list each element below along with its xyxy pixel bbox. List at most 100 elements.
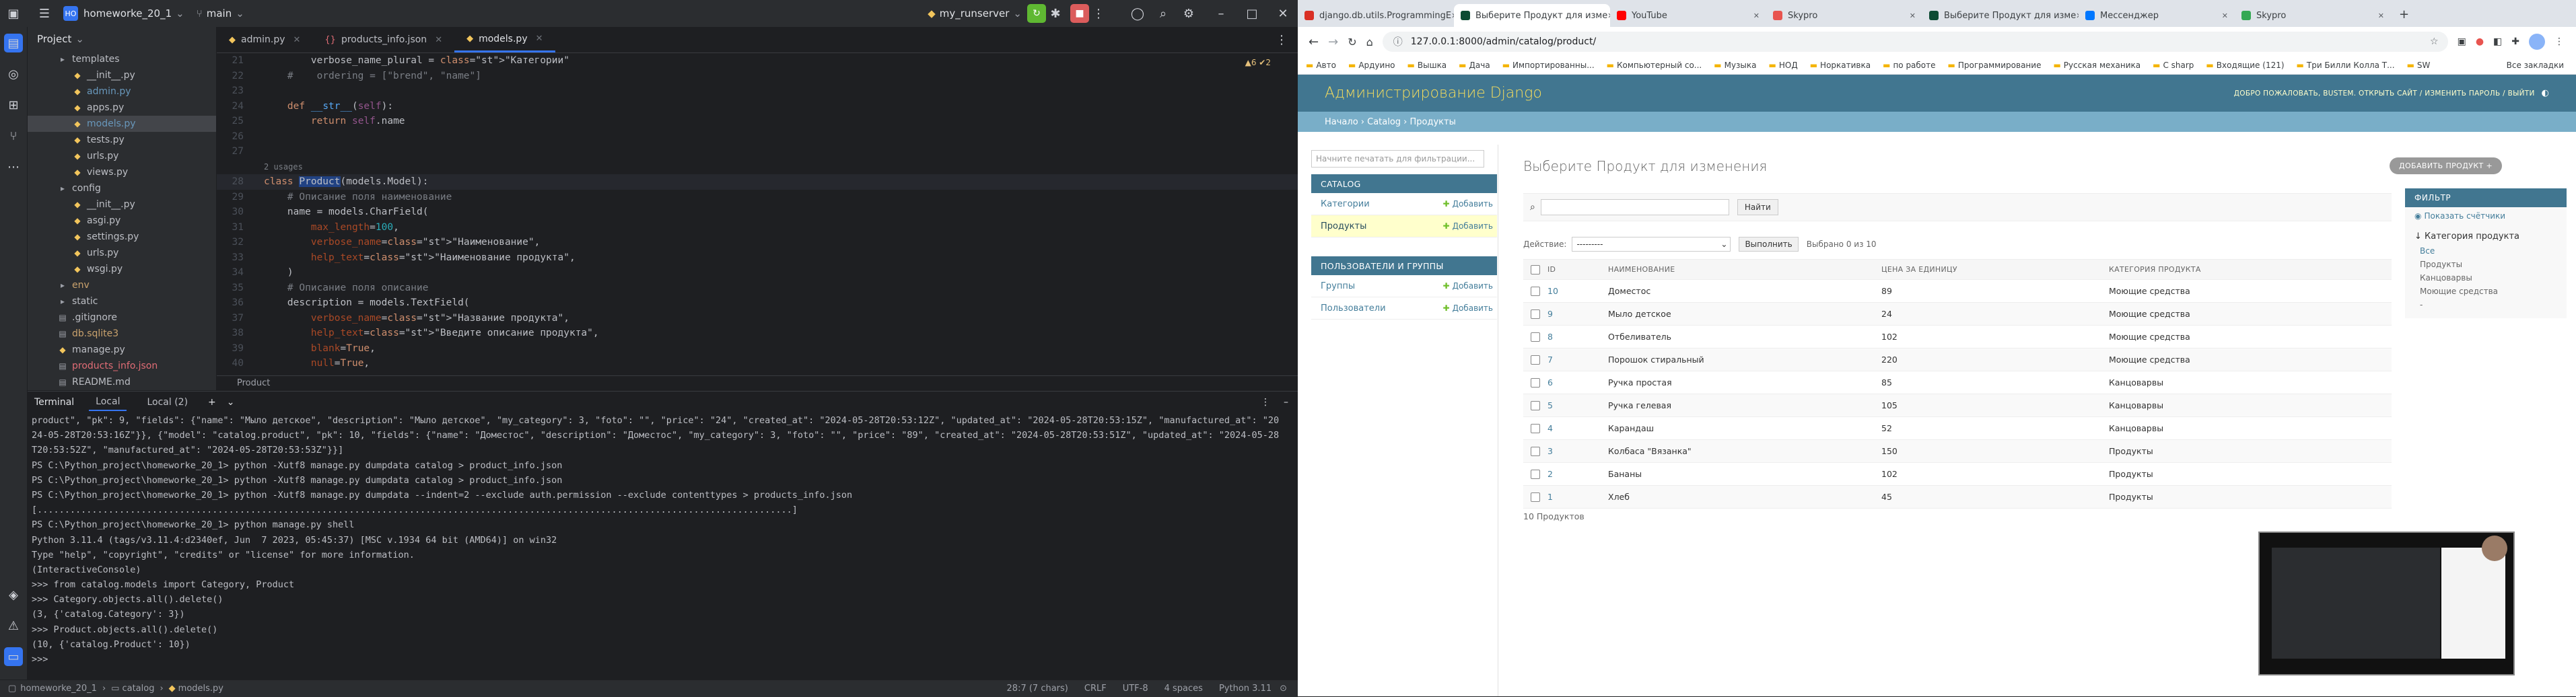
rerun-button[interactable]: ↻ xyxy=(1027,4,1046,23)
bookmark-item[interactable]: ▬ Программирование xyxy=(1948,61,2042,70)
model-link[interactable]: Пользователи xyxy=(1321,303,1386,314)
back-icon[interactable]: ← xyxy=(1309,35,1319,49)
status-path-2[interactable]: models.py xyxy=(178,684,223,694)
tree-item[interactable]: ◆ apps.py xyxy=(28,100,216,116)
problems-icon[interactable]: ⚠ xyxy=(4,616,23,635)
row-select[interactable] xyxy=(1523,423,1547,433)
column-header[interactable]: НАИМЕНОВАНИЕ xyxy=(1608,265,1881,274)
new-terminal-icon[interactable]: + xyxy=(208,397,216,408)
status-path-0[interactable]: homeworke_20_1 xyxy=(20,684,97,694)
debug-icon[interactable]: ✱ xyxy=(1046,4,1065,23)
browser-tab[interactable]: Выберите Продукт для изме✕ xyxy=(1454,4,1610,27)
checkbox[interactable] xyxy=(1531,400,1540,410)
project-switcher[interactable]: homeworke_20_1 xyxy=(83,7,172,20)
close-tab-icon[interactable]: ✕ xyxy=(536,34,543,44)
home-icon[interactable]: ⌂ xyxy=(1366,36,1373,48)
checkbox[interactable] xyxy=(1531,377,1540,388)
extensions-puzzle-icon[interactable]: ✚ xyxy=(2511,36,2519,47)
python-console-icon[interactable]: ◈ xyxy=(4,585,23,604)
tree-item[interactable]: ▤ .gitignore xyxy=(28,309,216,326)
more-tools-icon[interactable]: ⋯ xyxy=(4,157,23,176)
row-id-link[interactable]: 7 xyxy=(1547,355,1608,365)
action-select[interactable]: --------- ⌄ xyxy=(1572,237,1731,252)
terminal-output[interactable]: product", "pk": 9, "fields": {"name": "М… xyxy=(28,413,1298,667)
stop-button[interactable]: ■ xyxy=(1070,4,1089,23)
checkbox[interactable] xyxy=(1531,309,1540,319)
tree-item[interactable]: ◆ models.py xyxy=(28,116,216,132)
menu-icon[interactable]: ⋮ xyxy=(2554,36,2564,47)
tab-products-info[interactable]: {} products_info.json ✕ xyxy=(312,27,454,52)
model-link[interactable]: Группы xyxy=(1321,281,1355,291)
main-menu-icon[interactable]: ☰ xyxy=(35,4,54,23)
run-config-selector[interactable]: my_runserver xyxy=(940,7,1010,20)
checkbox[interactable] xyxy=(1531,446,1540,456)
module-caption[interactable]: ПОЛЬЗОВАТЕЛИ И ГРУППЫ xyxy=(1311,256,1497,275)
close-tab-icon[interactable]: ✕ xyxy=(293,35,301,45)
breadcrumbs[interactable]: Начало › Catalog › Продукты xyxy=(1298,112,2576,132)
filter-option[interactable]: - xyxy=(2405,298,2567,311)
row-select[interactable] xyxy=(1523,492,1547,502)
extension-icon[interactable]: ▣ xyxy=(2458,36,2466,47)
bookmark-item[interactable]: ▬ Норкативка xyxy=(1810,61,1871,70)
extension-icon[interactable]: ◧ xyxy=(2493,36,2502,47)
more-icon[interactable]: ⋮ xyxy=(1089,4,1108,23)
row-select[interactable] xyxy=(1523,286,1547,296)
line-ending[interactable]: CRLF xyxy=(1084,684,1107,694)
filter-option[interactable]: Моющие средства xyxy=(2405,285,2567,298)
all-bookmarks[interactable]: Все закладки xyxy=(2507,61,2564,70)
editor-breadcrumb[interactable]: Product xyxy=(217,375,1318,390)
terminal-tool-icon[interactable]: ▭ xyxy=(4,647,23,666)
add-model-link[interactable]: ✚ Добавить xyxy=(1443,303,1493,313)
tree-item[interactable]: ▸ env xyxy=(28,277,216,293)
close-tab-icon[interactable]: ✕ xyxy=(2222,11,2228,20)
more-tabs-icon[interactable]: ⋮ xyxy=(1272,30,1291,49)
tree-item[interactable]: ◆ settings.py xyxy=(28,229,216,245)
column-header[interactable]: ID xyxy=(1547,265,1608,274)
tree-item[interactable]: ▤ README.md xyxy=(28,374,216,390)
status-path-1[interactable]: catalog xyxy=(122,684,154,694)
select-all-checkbox[interactable] xyxy=(1523,264,1547,274)
project-tool-icon[interactable]: ▤ xyxy=(4,34,23,52)
row-id-link[interactable]: 5 xyxy=(1547,400,1608,410)
bookmark-item[interactable]: ▬ Импортированны... xyxy=(1502,61,1595,70)
tree-item[interactable]: ▤ db.sqlite3 xyxy=(28,326,216,342)
terminal-tab-local-2[interactable]: Local (2) xyxy=(140,394,195,410)
row-select[interactable] xyxy=(1523,469,1547,479)
site-info-icon[interactable]: ⓘ xyxy=(1393,35,1403,48)
code-area[interactable]: 21 verbose_name_plural = class="st">"Кат… xyxy=(217,53,1298,376)
add-model-link[interactable]: ✚ Добавить xyxy=(1443,221,1493,231)
browser-tab[interactable]: Skypro ✕ xyxy=(1766,4,1922,27)
row-id-link[interactable]: 4 xyxy=(1547,423,1608,433)
indent-setting[interactable]: 4 spaces xyxy=(1164,684,1203,694)
row-id-link[interactable]: 8 xyxy=(1547,332,1608,342)
reload-icon[interactable]: ↻ xyxy=(1348,36,1356,48)
bookmark-item[interactable]: ▬ Дача xyxy=(1459,61,1490,70)
browser-tab[interactable]: Мессенджер ✕ xyxy=(2079,4,2235,27)
browser-tab[interactable]: YouTube ✕ xyxy=(1610,4,1766,27)
row-select[interactable] xyxy=(1523,355,1547,365)
show-counts-link[interactable]: ◉ Показать счётчики xyxy=(2405,207,2567,222)
tab-admin[interactable]: ◆ admin.py ✕ xyxy=(217,27,312,52)
nav-filter-input[interactable]: Начните печатать для фильтрации... xyxy=(1311,150,1484,168)
filter-option[interactable]: Все xyxy=(2405,244,2567,258)
browser-tab[interactable]: django.db.utils.ProgrammingE✕ xyxy=(1298,4,1454,27)
tree-item[interactable]: ◆ manage.py xyxy=(28,342,216,358)
close-tab-icon[interactable]: ✕ xyxy=(2378,11,2384,20)
bookmark-item[interactable]: ▬ Вышка xyxy=(1407,61,1447,70)
tree-item[interactable]: ◆ wsgi.py xyxy=(28,261,216,277)
bookmark-item[interactable]: ▬ Музыка xyxy=(1714,61,1756,70)
model-link[interactable]: Продукты xyxy=(1321,221,1366,231)
search-input[interactable] xyxy=(1540,199,1729,215)
tree-item[interactable]: ▸ static xyxy=(28,293,216,309)
module-caption[interactable]: CATALOG xyxy=(1311,174,1497,193)
settings-icon[interactable]: ⚙ xyxy=(1179,4,1198,23)
bookmark-item[interactable]: ▬ C sharp xyxy=(2153,61,2194,70)
add-model-link[interactable]: ✚ Добавить xyxy=(1443,281,1493,291)
row-id-link[interactable]: 2 xyxy=(1547,469,1608,479)
checkbox[interactable] xyxy=(1531,355,1540,365)
browser-tab[interactable]: Skypro ✕ xyxy=(2235,4,2391,27)
more-icon[interactable]: ⋮ xyxy=(1261,397,1270,408)
bookmark-item[interactable]: ▬ по работе xyxy=(1883,61,1935,70)
row-id-link[interactable]: 3 xyxy=(1547,446,1608,456)
close-tab-icon[interactable]: ✕ xyxy=(1910,11,1916,20)
